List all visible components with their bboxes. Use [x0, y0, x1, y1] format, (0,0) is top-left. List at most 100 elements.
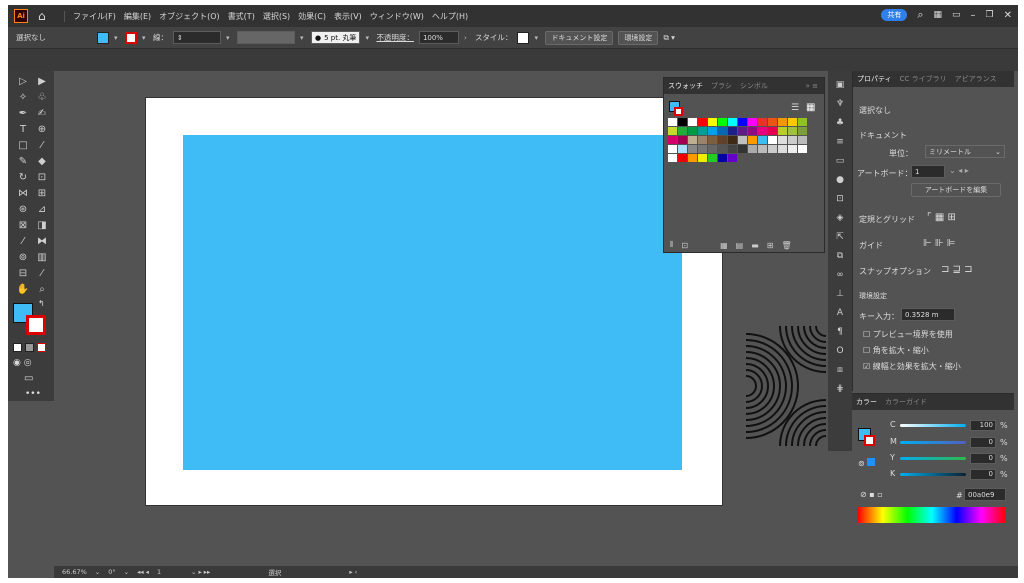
scale-strokes-checkbox[interactable]: ☑ 線幅と効果を拡大・縮小: [863, 361, 961, 372]
brush-field[interactable]: ● 5 pt. 丸筆: [311, 31, 361, 44]
color-swatch[interactable]: [678, 154, 687, 162]
color-swatch[interactable]: [758, 136, 767, 144]
touch-type-tool-icon[interactable]: ⊕: [34, 123, 50, 136]
menu-view[interactable]: 表示(V): [334, 11, 362, 22]
color-swatch[interactable]: [668, 145, 677, 153]
color-swatch[interactable]: [688, 145, 697, 153]
color-swatch[interactable]: [738, 145, 747, 153]
arrange-icon[interactable]: ▭: [952, 10, 961, 20]
zoom-tool-icon[interactable]: ⌕: [34, 283, 50, 296]
export-icon[interactable]: ⇱: [833, 231, 847, 243]
color-swatch[interactable]: [768, 145, 777, 153]
concentric-circles-pattern[interactable]: [746, 326, 826, 446]
swatch-library-icon[interactable]: ⫴: [670, 240, 673, 250]
gradient-tool-icon[interactable]: ◨: [34, 219, 50, 232]
chevron-down-icon[interactable]: ▾: [142, 34, 148, 42]
color-spectrum[interactable]: [858, 507, 1006, 523]
pathfinder-icon[interactable]: ⧉: [833, 250, 847, 262]
shaper-tool-icon[interactable]: ✎: [15, 155, 31, 168]
close-icon[interactable]: ✕: [1004, 10, 1012, 21]
color-swatch[interactable]: [678, 136, 687, 144]
color-swatch[interactable]: [728, 118, 737, 126]
color-swatch[interactable]: [798, 136, 807, 144]
symbols-icon[interactable]: ♣: [833, 117, 847, 129]
swatch-options-icon[interactable]: ▤: [736, 241, 744, 250]
chevron-down-icon[interactable]: ⌄: [124, 568, 129, 576]
delete-swatch-icon[interactable]: 🗑: [781, 241, 791, 250]
menu-object[interactable]: オブジェクト(O): [159, 11, 220, 22]
color-swatch[interactable]: [688, 127, 697, 135]
tab-brushes[interactable]: ブラシ: [711, 81, 732, 91]
color-swatch[interactable]: [688, 118, 697, 126]
black-slider[interactable]: [900, 473, 966, 476]
hex-field[interactable]: 00a0e9: [964, 488, 1006, 501]
brushes-icon[interactable]: ♆: [833, 98, 847, 110]
menu-edit[interactable]: 編集(E): [124, 11, 151, 22]
color-swatch[interactable]: [758, 145, 767, 153]
blend-tool-icon[interactable]: ⧓: [34, 235, 50, 248]
artboard-nav-prev-icon[interactable]: ◂◂ ◂: [137, 568, 149, 576]
libraries-icon[interactable]: ▣: [833, 79, 847, 91]
active-stroke-swatch[interactable]: [674, 107, 683, 116]
tab-swatches[interactable]: スウォッチ: [668, 81, 703, 91]
color-swatch[interactable]: [678, 118, 687, 126]
style-swatch[interactable]: [517, 31, 530, 44]
perspective-grid-tool-icon[interactable]: ⊿: [34, 203, 50, 216]
color-mode-icon[interactable]: [13, 343, 22, 352]
color-swatch[interactable]: [668, 127, 677, 135]
tab-color-guide[interactable]: カラーガイド: [885, 397, 927, 407]
layers-icon[interactable]: ◈: [833, 212, 847, 224]
type-tool-icon[interactable]: T: [15, 123, 31, 136]
color-swatch[interactable]: [738, 127, 747, 135]
menu-file[interactable]: ファイル(F): [73, 11, 116, 22]
more-tools-icon[interactable]: •••: [25, 389, 41, 399]
color-swatch[interactable]: [768, 127, 777, 135]
rotate-value[interactable]: 0°: [108, 568, 115, 576]
tab-properties[interactable]: プロパティ: [857, 74, 892, 84]
scale-corners-checkbox[interactable]: ☐ 角を拡大・縮小: [863, 345, 929, 356]
restore-icon[interactable]: ❐: [986, 10, 994, 20]
color-swatch[interactable]: [698, 136, 707, 144]
color-swatch[interactable]: [698, 118, 707, 126]
color-swatch[interactable]: [768, 118, 777, 126]
color-swatch[interactable]: [758, 127, 767, 135]
free-transform-tool-icon[interactable]: ⊞: [34, 187, 50, 200]
character-icon[interactable]: A: [833, 307, 847, 319]
color-swatch[interactable]: [768, 136, 777, 144]
none-mode-icon[interactable]: [37, 343, 46, 352]
color-swatch[interactable]: [728, 154, 737, 162]
new-color-group-icon[interactable]: ▬: [751, 241, 759, 250]
shape-builder-tool-icon[interactable]: ⊛: [15, 203, 31, 216]
tab-cc-libraries[interactable]: CC ライブラリ: [900, 74, 947, 84]
color-swatch[interactable]: [748, 145, 757, 153]
artboard-number[interactable]: 1: [157, 568, 183, 576]
color-swatch[interactable]: [788, 136, 797, 144]
color-swatch[interactable]: [688, 136, 697, 144]
show-kinds-icon[interactable]: ▦: [720, 241, 728, 250]
edit-artboard-button[interactable]: アートボードを編集: [911, 183, 1001, 197]
color-swatch[interactable]: [708, 154, 717, 162]
color-swatch[interactable]: [738, 118, 747, 126]
paragraph-icon[interactable]: ¶: [833, 326, 847, 338]
gradient-icon[interactable]: ▭: [833, 155, 847, 167]
color-swatch[interactable]: [748, 136, 757, 144]
draw-mode-icon[interactable]: ◉ ◎: [13, 358, 32, 368]
rectangle-tool-icon[interactable]: □: [15, 139, 31, 152]
symbol-sprayer-tool-icon[interactable]: ⊚: [15, 251, 31, 264]
workspace-icon[interactable]: ▦: [934, 10, 943, 20]
color-swatch[interactable]: [778, 127, 787, 135]
home-icon[interactable]: ⌂: [38, 9, 52, 23]
color-swatch[interactable]: [698, 154, 707, 162]
color-swatch[interactable]: [708, 136, 717, 144]
color-stroke-swatch[interactable]: [864, 435, 875, 446]
snap-options-icons[interactable]: ⊐ ⊒ ⊐: [941, 264, 973, 275]
chevron-down-icon[interactable]: ▾: [534, 34, 540, 42]
color-swatch[interactable]: [718, 136, 727, 144]
color-swatch[interactable]: [728, 127, 737, 135]
stroke-swatch[interactable]: [125, 31, 137, 44]
rotate-tool-icon[interactable]: ↻: [15, 171, 31, 184]
color-swatch[interactable]: [798, 118, 807, 126]
color-swatch[interactable]: [668, 154, 677, 162]
blue-rectangle[interactable]: [183, 135, 682, 470]
color-swatch[interactable]: [778, 145, 787, 153]
